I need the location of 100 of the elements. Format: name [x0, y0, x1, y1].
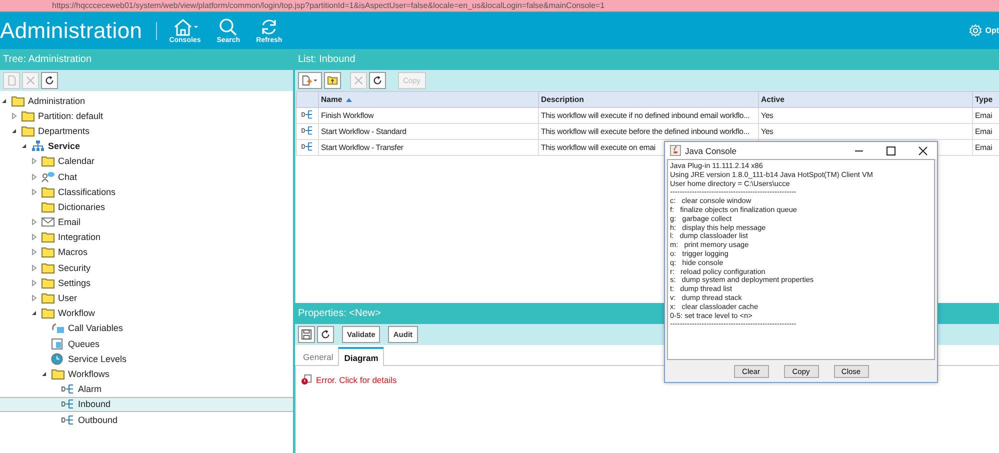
collapsed-icon[interactable]	[30, 248, 38, 256]
tree-item[interactable]: Classifications	[0, 184, 293, 200]
new-document-icon	[301, 75, 319, 86]
tree-item[interactable]: Alarm	[0, 382, 293, 397]
collapsed-icon[interactable]	[10, 112, 18, 120]
expanded-icon[interactable]	[30, 309, 38, 318]
chat-icon	[41, 170, 55, 183]
folder-icon	[41, 276, 55, 289]
tree-item[interactable]: Departments	[0, 123, 293, 139]
tree-label: Outbound	[78, 414, 118, 425]
tree-item[interactable]: Email	[0, 214, 293, 230]
workflow-icon	[301, 125, 314, 136]
envelope-icon	[41, 216, 55, 228]
tree-label: Service	[48, 141, 80, 152]
folder-icon	[11, 94, 25, 107]
save-button[interactable]	[298, 326, 315, 343]
tree-label: Security	[58, 262, 91, 273]
collapsed-icon[interactable]	[30, 218, 38, 226]
tree-item[interactable]: Inbound	[0, 396, 293, 412]
tree-label: Call Variables	[68, 323, 123, 334]
settings-icon	[969, 24, 982, 37]
tree-item[interactable]: Call Variables	[0, 320, 293, 336]
tree-label: Queues	[68, 338, 100, 349]
delete-icon	[353, 75, 364, 86]
tree-item[interactable]: Calendar	[0, 154, 293, 169]
folder-icon	[327, 75, 338, 86]
tree-label: Calendar	[58, 156, 95, 166]
expanded-icon[interactable]	[10, 126, 18, 135]
tree-item[interactable]: Service	[0, 138, 293, 154]
tree-label: Alarm	[78, 384, 102, 394]
queue-icon	[51, 338, 65, 350]
collapsed-icon[interactable]	[30, 233, 38, 242]
collapsed-icon[interactable]	[30, 188, 38, 196]
workflow-icon	[301, 109, 314, 120]
expanded-icon[interactable]	[40, 370, 48, 378]
window-title: Java Console	[685, 146, 737, 156]
folder-icon	[21, 110, 35, 122]
workflow-icon	[61, 383, 75, 396]
folder-icon	[51, 368, 65, 380]
tree-item[interactable]: Queues	[0, 336, 293, 352]
maximize-icon	[886, 146, 896, 156]
delete-icon	[25, 75, 36, 86]
hierarchy-icon	[31, 140, 45, 152]
refresh-button[interactable]	[317, 326, 334, 343]
tree-item[interactable]: Workflow	[0, 306, 293, 321]
tree-item[interactable]: Service Levels	[0, 351, 293, 366]
expanded-icon[interactable]	[20, 142, 28, 150]
error-link[interactable]: Error. Click for details	[316, 374, 397, 384]
tab[interactable]: General	[298, 348, 338, 365]
tree-label: Dictionaries	[58, 202, 106, 212]
tree-item[interactable]: Macros	[0, 244, 293, 260]
document-icon	[6, 75, 17, 86]
collapsed-icon[interactable]	[30, 172, 38, 181]
tree-label: Workflows	[68, 368, 110, 379]
refresh-button[interactable]	[41, 72, 58, 89]
collapsed-icon[interactable]	[30, 264, 38, 272]
tree-label: Administration	[28, 96, 86, 106]
tree-item[interactable]: Dictionaries	[0, 199, 293, 214]
folder-icon	[41, 262, 55, 274]
options-label: Opt	[985, 26, 999, 35]
tree-label: Email	[58, 217, 81, 228]
expanded-icon[interactable]	[0, 96, 8, 105]
tree-label: Inbound	[78, 399, 111, 410]
refresh-icon	[320, 329, 331, 340]
tree-item[interactable]: Workflows	[0, 366, 293, 382]
tree-item[interactable]: Partition: default	[0, 108, 293, 124]
folder-button[interactable]	[324, 72, 341, 89]
variables-icon	[51, 322, 65, 334]
collapsed-icon[interactable]	[30, 294, 38, 302]
workflow-icon	[301, 141, 314, 152]
refresh-button[interactable]	[369, 72, 386, 89]
tree-item[interactable]: User	[0, 290, 293, 306]
url-text: https://hqccceceweb01/system/web/view/platform/common/login/top.jsp?partitionId=1&isAspectUser=false&locale=en_us&localLogin=false&mainConsole=1	[52, 1, 605, 10]
tree-label: Macros	[58, 247, 88, 258]
search-icon	[218, 17, 238, 37]
folder-icon	[41, 200, 55, 213]
collapsed-icon[interactable]	[30, 157, 38, 166]
panel-title: Tree: Administration	[0, 49, 293, 70]
tree-item[interactable]: Integration	[0, 230, 293, 245]
tab[interactable]: Diagram	[338, 347, 384, 366]
tree-item[interactable]: Settings	[0, 275, 293, 290]
tree-item[interactable]: Chat	[0, 168, 293, 184]
address-bar[interactable]: https://hqccceceweb01/system/web/view/platform/common/login/top.jsp?partitionId=1&isAspectUser=false&locale=en_us&localLogin=false&mainConsole=1	[0, 0, 999, 12]
folder-icon	[41, 292, 55, 304]
java-icon	[670, 145, 681, 156]
error-icon	[301, 374, 312, 385]
folder-icon	[41, 246, 55, 258]
tree-label: Settings	[58, 278, 91, 288]
tree-label: Classifications	[58, 186, 116, 197]
tree-item[interactable]: Administration	[0, 93, 293, 108]
folder-icon	[41, 186, 55, 198]
tree-label: Partition: default	[38, 110, 104, 121]
new-button[interactable]	[298, 72, 322, 89]
tree-item[interactable]: Security	[0, 260, 293, 276]
tree-label: Departments	[38, 126, 90, 136]
collapsed-icon[interactable]	[30, 278, 38, 287]
tree-label: Service Levels	[68, 354, 127, 364]
tree-item[interactable]: Outbound	[0, 412, 293, 428]
refresh-icon	[372, 75, 383, 86]
workflow-icon	[61, 398, 75, 410]
